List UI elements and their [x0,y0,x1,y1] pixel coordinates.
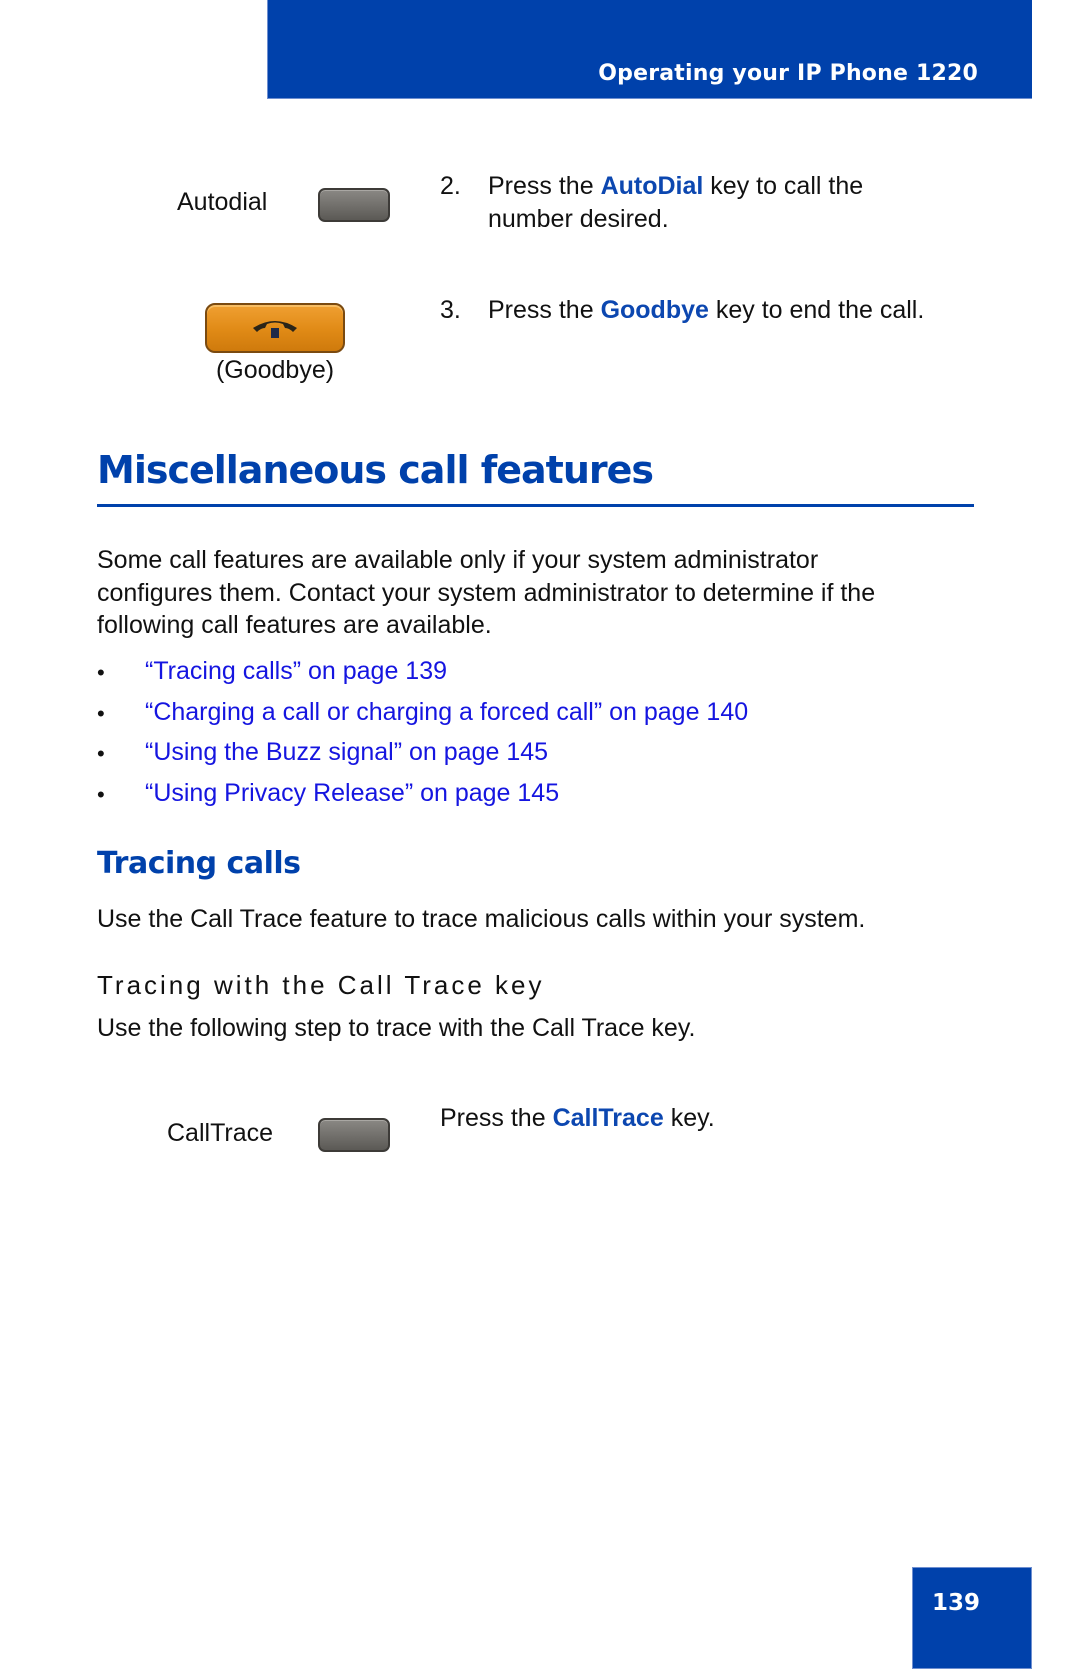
bullet-icon: • [97,660,105,685]
calltrace-step-text: Press the CallTrace key. [440,1102,940,1135]
autodial-key-label: Autodial [177,188,268,216]
step-text-line2: number desired. [488,205,669,233]
header-band: Operating your IP Phone 1220 [267,0,1032,99]
goodbye-keyword: Goodbye [600,296,709,324]
procedure-title: Tracing with the Call Trace key [97,970,545,1000]
step-text-suffix: key to end the call. [708,296,925,324]
subsection-title: Tracing calls [97,846,301,881]
autodial-softkey-icon [318,188,390,222]
page-number: 139 [931,1590,980,1616]
link-buzz-signal[interactable]: “Using the Buzz signal” on page 145 [145,738,548,767]
bullet-icon: • [97,741,105,766]
step-text-suffix: key to call the [703,172,864,200]
intro-line: following call features are available. [97,611,492,639]
step-3-text: Press the Goodbye key to end the call. [488,294,988,327]
subsection-intro: Use the Call Trace feature to trace mali… [97,905,866,933]
step-text-suffix: key. [663,1104,715,1132]
page-number-box: 139 [912,1567,1032,1669]
header-title: Operating your IP Phone 1220 [598,61,978,86]
goodbye-key [205,303,345,353]
intro-line: configures them. Contact your system adm… [97,578,876,607]
step-text-prefix: Press the [488,172,601,200]
section-title: Miscellaneous call features [97,448,654,492]
step-text-prefix: Press the [488,296,601,324]
intro-line: Some call features are available only if… [97,546,819,574]
bullet-icon: • [97,701,105,726]
calltrace-softkey-icon [318,1118,390,1152]
step-2-text: Press the AutoDial key to call the numbe… [488,170,968,236]
step-number: 3. [440,296,461,324]
link-charging-a-call[interactable]: “Charging a call or charging a forced ca… [145,698,748,727]
section-title-rule [97,504,974,507]
link-privacy-release[interactable]: “Using Privacy Release” on page 145 [145,779,559,808]
procedure-intro: Use the following step to trace with the… [97,1014,696,1042]
step-number: 2. [440,172,461,200]
link-tracing-calls[interactable]: “Tracing calls” on page 139 [145,657,447,686]
handset-hangup-icon [253,321,297,338]
autodial-keyword: AutoDial [600,172,704,200]
bullet-icon: • [97,782,105,807]
step-text-prefix: Press the [440,1104,553,1132]
calltrace-key-label: CallTrace [167,1119,274,1147]
section-intro: Some call features are available only if… [97,544,977,642]
goodbye-key-caption: (Goodbye) [215,356,335,384]
calltrace-keyword: CallTrace [552,1104,664,1132]
